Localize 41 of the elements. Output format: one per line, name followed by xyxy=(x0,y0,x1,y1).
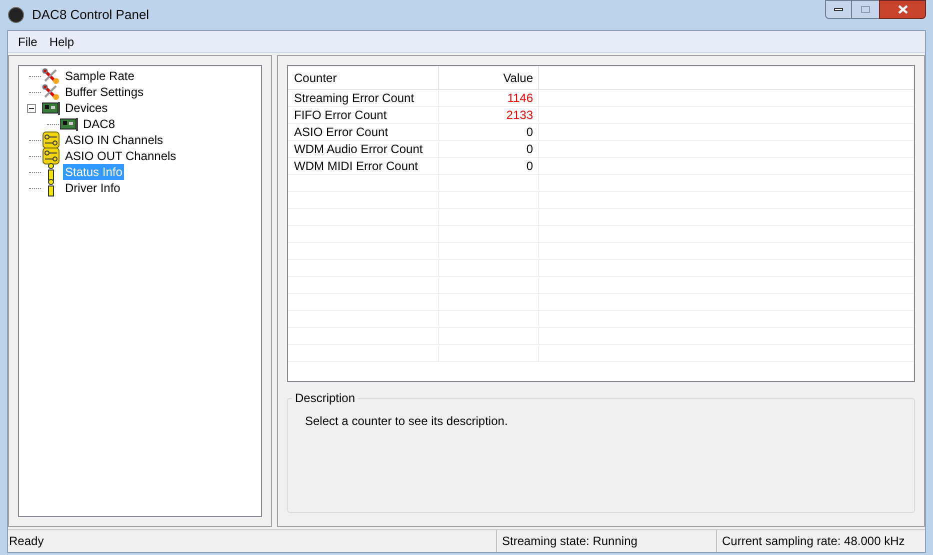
column-header[interactable]: Value xyxy=(439,66,539,89)
window-title: DAC8 Control Panel xyxy=(32,6,150,24)
info-icon xyxy=(46,163,56,181)
table-cell: 1146 xyxy=(439,90,539,106)
info-icon xyxy=(46,179,56,197)
status-text: Ready xyxy=(8,530,497,552)
connector-icon xyxy=(42,147,60,165)
status-text: Streaming state: Running xyxy=(497,530,717,552)
column-header[interactable]: Counter xyxy=(288,66,439,89)
app-logo-icon xyxy=(8,7,24,23)
menu-item[interactable]: Help xyxy=(43,32,80,50)
status-text: Current sampling rate: 48.000 kHz xyxy=(721,533,906,550)
tree-item[interactable]: DAC8 xyxy=(81,116,118,132)
tree-item[interactable]: Devices xyxy=(63,100,110,116)
tree-item[interactable]: ASIO IN Channels xyxy=(63,132,166,148)
tools-icon xyxy=(42,68,60,84)
circuit-card-icon xyxy=(60,117,78,131)
table-cell: Streaming Error Count xyxy=(288,90,439,106)
connector-icon xyxy=(42,131,60,149)
close-button[interactable] xyxy=(879,0,926,19)
description-text: Select a counter to see its description. xyxy=(305,413,509,430)
table-cell: WDM MIDI Error Count xyxy=(288,158,439,174)
close-icon xyxy=(898,5,908,14)
table-cell: 0 xyxy=(439,158,539,174)
menu-item[interactable]: File xyxy=(12,32,44,50)
minus-icon xyxy=(28,106,34,110)
tree-item[interactable]: Driver Info xyxy=(63,180,122,196)
collapse-toggle[interactable] xyxy=(26,104,36,112)
table-cell: WDM Audio Error Count xyxy=(288,141,439,157)
table-cell: 0 xyxy=(439,141,539,157)
table-cell: 0 xyxy=(439,124,539,140)
tree-item[interactable]: Sample Rate xyxy=(63,68,136,84)
tree-item[interactable]: Buffer Settings xyxy=(63,84,146,100)
circuit-card-icon xyxy=(42,101,60,115)
minimize-button[interactable] xyxy=(825,0,852,19)
tree-item[interactable]: ASIO OUT Channels xyxy=(63,148,178,164)
table-cell: 2133 xyxy=(439,107,539,123)
table-cell: FIFO Error Count xyxy=(288,107,439,123)
tools-icon xyxy=(42,84,60,100)
group-title: Description xyxy=(292,391,358,405)
table-cell: ASIO Error Count xyxy=(288,124,439,140)
